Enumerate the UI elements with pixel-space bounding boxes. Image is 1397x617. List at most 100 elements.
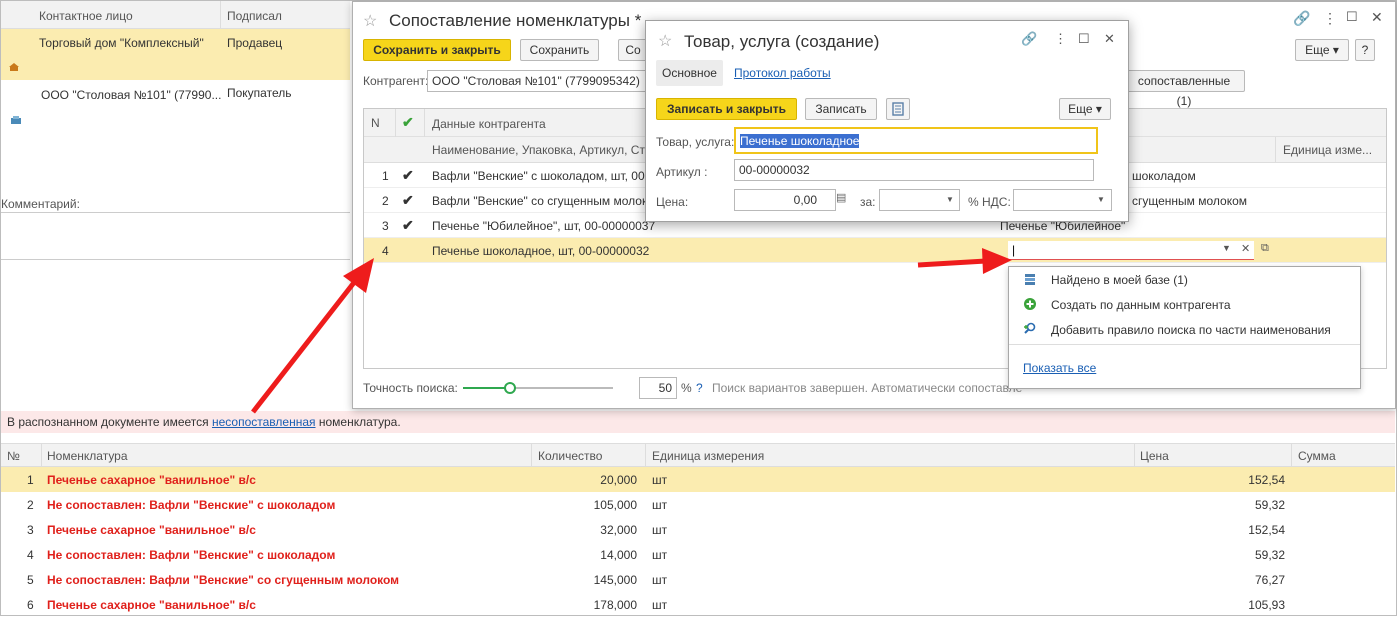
- table-row[interactable]: 6 Печенье сахарное "ванильное" в/с 178,0…: [1, 592, 1395, 617]
- favorite-star-icon[interactable]: ☆: [363, 11, 377, 31]
- product-label: Товар, услуга:: [656, 135, 735, 149]
- show-all-link[interactable]: Показать все: [1023, 361, 1096, 375]
- search-add-icon: [1024, 322, 1036, 334]
- contractor-label: Контрагент:: [363, 74, 429, 88]
- window-title: Товар, услуга (создание): [684, 32, 880, 51]
- row-number: 2: [27, 498, 34, 512]
- more-vert-icon[interactable]: ⋮: [1323, 10, 1337, 27]
- product-create-window: ☆ Товар, услуга (создание) 🔗 ⋮ ☐ ✕ Основ…: [645, 20, 1129, 222]
- row-number: 4: [27, 548, 34, 562]
- row-name: Печенье сахарное "ванильное" в/с: [47, 598, 256, 612]
- favorite-star-icon[interactable]: ☆: [658, 31, 672, 51]
- table-row[interactable]: 5 Не сопоставлен: Вафли "Венские" со сгу…: [1, 567, 1395, 592]
- row-price: 76,27: [1254, 573, 1285, 587]
- contractor-field[interactable]: ООО "Столовая №101" (7799095342): [427, 70, 651, 92]
- check-icon: ✔: [402, 217, 414, 233]
- price-input[interactable]: 0,00: [734, 189, 836, 211]
- price-label: Цена:: [656, 195, 689, 209]
- row-qty: 178,000: [593, 598, 637, 612]
- save-close-button[interactable]: Сохранить и закрыть: [363, 39, 511, 61]
- row-unit: шт: [652, 473, 668, 487]
- col-contractor-sub: Наименование, Упаковка, Артикул, Став: [432, 143, 658, 157]
- accuracy-slider-knob[interactable]: [504, 382, 516, 394]
- row-price: 105,93: [1248, 598, 1285, 612]
- row-data: Вафли "Венские" со сгущенным молоко: [432, 194, 655, 208]
- dropdown-item-label: Создать по данным контрагента: [1051, 298, 1231, 312]
- nomenclature-select-input[interactable]: |: [1008, 241, 1254, 260]
- contacts-table-header: Контактное лицо Подписал: [1, 1, 350, 29]
- help-button[interactable]: ?: [1355, 39, 1375, 61]
- row-price: 59,32: [1254, 548, 1285, 562]
- col-qty: Количество: [538, 449, 603, 463]
- contact-row[interactable]: Торговый дом "Комплексный" Продавец: [1, 29, 350, 80]
- row-data: Печенье шоколадное, шт, 00-00000032: [432, 244, 650, 258]
- table-row[interactable]: 1 Печенье сахарное "ванильное" в/с 20,00…: [1, 467, 1395, 492]
- close-icon[interactable]: ✕: [1371, 9, 1383, 26]
- per-label: за:: [860, 195, 876, 209]
- col-signed: Подписал: [227, 9, 282, 23]
- col-n: №: [7, 449, 20, 463]
- col-n: N: [371, 116, 380, 130]
- dropdown-item-label: Добавить правило поиска по части наимено…: [1051, 323, 1331, 337]
- mapped-filter-button[interactable]: сопоставленные (1): [1123, 70, 1245, 108]
- link-icon[interactable]: 🔗: [1021, 31, 1037, 47]
- grid-row[interactable]: 4 Печенье шоколадное, шт, 00-00000032 | …: [364, 238, 1386, 263]
- vat-label: % НДС:: [968, 195, 1011, 209]
- row-data: Печенье "Юбилейное", шт, 00-00000037: [432, 219, 656, 233]
- row-qty: 145,000: [593, 573, 637, 587]
- table-row[interactable]: 4 Не сопоставлен: Вафли "Венские" с шоко…: [1, 542, 1395, 567]
- contact-role: Покупатель: [227, 86, 292, 100]
- col-contact: Контактное лицо: [39, 9, 133, 23]
- dropdown-arrow-icon[interactable]: ▼: [1222, 243, 1231, 253]
- product-input-value: Печенье шоколадное: [740, 134, 860, 148]
- calculator-icon[interactable]: ▤: [836, 191, 846, 204]
- accuracy-input[interactable]: 50: [639, 377, 677, 399]
- close-icon[interactable]: ✕: [1104, 31, 1115, 47]
- clear-icon[interactable]: ✕: [1241, 242, 1250, 255]
- row-name: Печенье сахарное "ванильное" в/с: [47, 523, 256, 537]
- help-link[interactable]: ?: [696, 381, 703, 395]
- tab-main[interactable]: Основное: [656, 60, 723, 86]
- row-unit: шт: [652, 573, 668, 587]
- table-row[interactable]: 2 Не сопоставлен: Вафли "Венские" с шоко…: [1, 492, 1395, 517]
- col-sum: Сумма: [1298, 449, 1336, 463]
- window-title: Сопоставление номенклатуры *: [389, 11, 642, 30]
- check-icon: ✔: [402, 167, 414, 183]
- partial-button[interactable]: Со: [618, 39, 648, 61]
- dropdown-item-label: Найдено в моей базе (1): [1051, 273, 1188, 287]
- save-button[interactable]: Сохранить: [520, 39, 599, 61]
- row-price: 152,54: [1248, 523, 1285, 537]
- tab-work-log[interactable]: Протокол работы: [734, 66, 831, 80]
- col-price: Цена: [1140, 449, 1169, 463]
- comment-label: Комментарий:: [1, 197, 80, 211]
- price-value: 0,00: [793, 193, 817, 207]
- write-close-button[interactable]: Записать и закрыть: [656, 98, 797, 120]
- comment-field[interactable]: [1, 212, 350, 260]
- report-button[interactable]: [886, 98, 910, 120]
- product-input[interactable]: Печенье шоколадное: [734, 127, 1098, 154]
- row-qty: 20,000: [600, 473, 637, 487]
- row-number: 4: [382, 244, 389, 258]
- home-icon: [9, 63, 19, 71]
- article-label: Артикул :: [656, 165, 708, 179]
- more-vert-icon[interactable]: ⋮: [1054, 31, 1067, 47]
- article-input[interactable]: 00-00000032: [734, 159, 1094, 181]
- more-label: Еще: [1068, 102, 1093, 116]
- more-button[interactable]: Еще ▾: [1295, 39, 1349, 61]
- link-icon[interactable]: 🔗: [1293, 10, 1310, 27]
- maximize-icon[interactable]: ☐: [1346, 9, 1358, 25]
- row-name: Печенье сахарное "ванильное" в/с: [47, 473, 256, 487]
- more-button[interactable]: Еще ▾: [1059, 98, 1111, 120]
- row-qty: 105,000: [593, 498, 637, 512]
- open-icon[interactable]: ⧉: [1261, 242, 1269, 255]
- dropdown-arrow-icon[interactable]: ▼: [946, 195, 954, 204]
- maximize-icon[interactable]: ☐: [1078, 31, 1090, 47]
- row-match: сгущенным молоком: [1132, 194, 1248, 208]
- row-name: Не сопоставлен: Вафли "Венские" с шокола…: [47, 498, 336, 512]
- unmatched-link[interactable]: несопоставленная: [212, 415, 316, 429]
- table-row[interactable]: 3 Печенье сахарное "ванильное" в/с 32,00…: [1, 517, 1395, 542]
- write-button[interactable]: Записать: [805, 98, 877, 120]
- dropdown-arrow-icon[interactable]: ▼: [1097, 195, 1105, 204]
- row-price: 152,54: [1248, 473, 1285, 487]
- contact-row[interactable]: ООО "Столовая №101" (77990... Покупатель: [1, 80, 350, 140]
